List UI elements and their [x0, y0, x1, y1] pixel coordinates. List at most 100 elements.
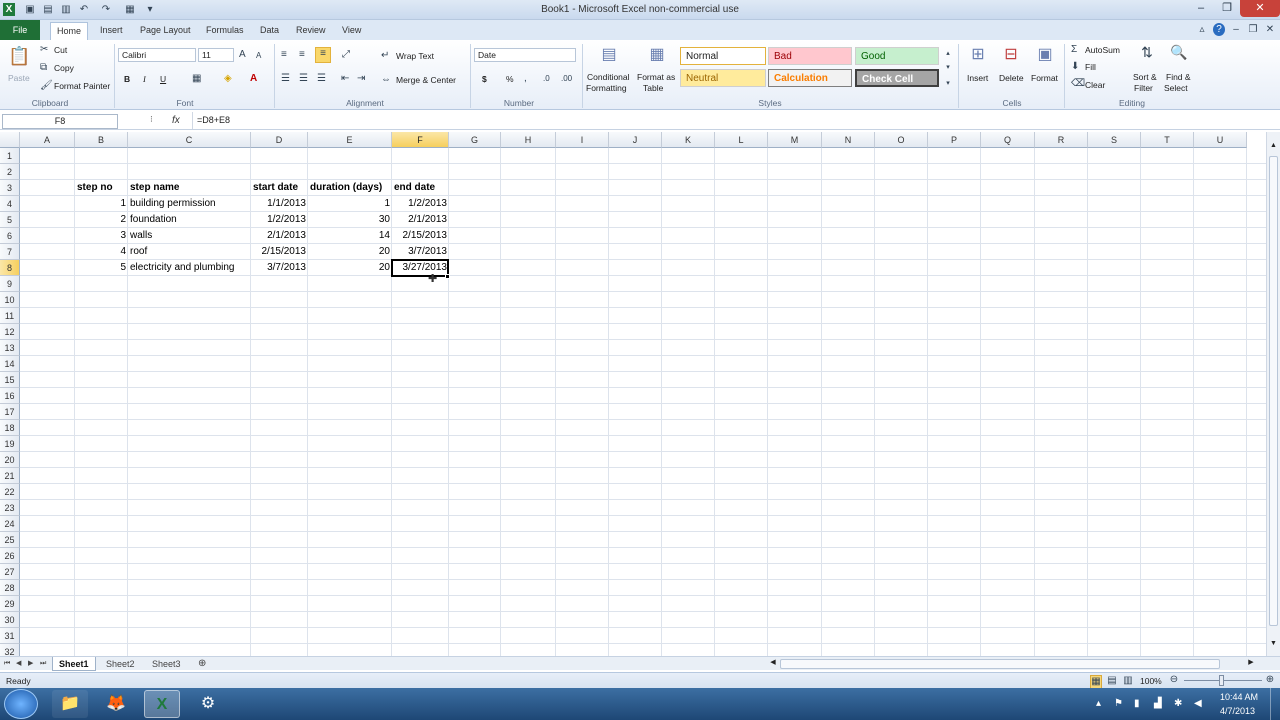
- app-taskbar-icon[interactable]: ⚙: [190, 690, 226, 718]
- device-icon[interactable]: ▮: [1134, 698, 1140, 710]
- row-header-24[interactable]: 24: [0, 516, 20, 532]
- column-header-g[interactable]: G: [449, 132, 501, 148]
- minimize-ribbon-icon[interactable]: ▵: [1196, 23, 1208, 36]
- shrink-font-icon[interactable]: A: [256, 50, 261, 62]
- column-header-q[interactable]: Q: [981, 132, 1035, 148]
- format-as-table-icon[interactable]: ▦: [646, 44, 668, 66]
- explorer-icon[interactable]: 📁: [52, 690, 88, 718]
- row-header-32[interactable]: 32: [0, 644, 20, 656]
- delete-cells-button[interactable]: Delete: [999, 73, 1024, 83]
- row-header-15[interactable]: 15: [0, 372, 20, 388]
- cut-button[interactable]: Cut: [54, 45, 67, 55]
- styles-scroll-down-icon[interactable]: ▾: [943, 62, 953, 74]
- row-header-11[interactable]: 11: [0, 308, 20, 324]
- name-box[interactable]: F8: [2, 114, 118, 129]
- network-icon[interactable]: ▟: [1154, 698, 1162, 710]
- table-cell[interactable]: walls: [128, 228, 251, 244]
- sheet-tab-sheet3[interactable]: Sheet3: [146, 657, 187, 671]
- insert-cells-icon[interactable]: ⊞: [967, 44, 989, 66]
- italic-button[interactable]: I: [143, 74, 146, 84]
- table-cell[interactable]: 1/2/2013: [392, 196, 449, 212]
- header-cell[interactable]: duration (days): [308, 180, 392, 196]
- merge-center-button[interactable]: Merge & Center: [396, 75, 456, 85]
- format-cells-button[interactable]: Format: [1031, 73, 1058, 83]
- format-cells-icon[interactable]: ▣: [1034, 44, 1056, 66]
- clock-time[interactable]: 10:44 AM: [1220, 692, 1258, 702]
- row-header-16[interactable]: 16: [0, 388, 20, 404]
- hscroll-left-arrow-icon[interactable]: ◀: [768, 658, 778, 670]
- row-header-21[interactable]: 21: [0, 468, 20, 484]
- row-header-8[interactable]: 8: [0, 260, 20, 276]
- table-cell[interactable]: 14: [308, 228, 392, 244]
- column-header-f[interactable]: F: [392, 132, 449, 148]
- copy-icon[interactable]: ⧉: [40, 62, 47, 74]
- normal-view-icon[interactable]: ▦: [1090, 675, 1102, 689]
- excel-taskbar-icon[interactable]: X: [144, 690, 180, 718]
- find-select-icon[interactable]: 🔍: [1169, 45, 1189, 59]
- style-calculation[interactable]: Calculation: [768, 69, 852, 87]
- font-color-icon[interactable]: A: [250, 73, 257, 85]
- column-header-k[interactable]: K: [662, 132, 715, 148]
- row-header-14[interactable]: 14: [0, 356, 20, 372]
- maximize-button[interactable]: ❐: [1214, 0, 1240, 17]
- tab-insert[interactable]: Insert: [96, 22, 127, 40]
- row-header-9[interactable]: 9: [0, 276, 20, 292]
- row-header-12[interactable]: 12: [0, 324, 20, 340]
- table-cell[interactable]: 2/1/2013: [251, 228, 308, 244]
- row-header-7[interactable]: 7: [0, 244, 20, 260]
- tab-formulas[interactable]: Formulas: [202, 22, 248, 40]
- style-neutral[interactable]: Neutral: [680, 69, 766, 87]
- delete-cells-icon[interactable]: ⊟: [1000, 44, 1022, 66]
- table-cell[interactable]: 3/7/2013: [392, 244, 449, 260]
- row-header-17[interactable]: 17: [0, 404, 20, 420]
- zoom-out-icon[interactable]: ⊖: [1168, 674, 1180, 686]
- orientation-icon[interactable]: ⤢: [342, 49, 350, 61]
- header-cell[interactable]: step no: [75, 180, 128, 196]
- conditional-formatting-button[interactable]: Conditional: [587, 72, 630, 82]
- tab-view[interactable]: View: [338, 22, 365, 40]
- style-bad[interactable]: Bad: [768, 47, 852, 65]
- align-middle-icon[interactable]: ≡: [299, 49, 305, 61]
- increase-decimal-icon[interactable]: .0: [543, 73, 550, 85]
- bold-button[interactable]: B: [124, 74, 130, 84]
- row-header-23[interactable]: 23: [0, 500, 20, 516]
- increase-indent-icon[interactable]: ⇥: [357, 73, 365, 85]
- workbook-minimize-icon[interactable]: –: [1230, 23, 1242, 36]
- table-cell[interactable]: 3: [75, 228, 128, 244]
- sort-filter-button-line2[interactable]: Filter: [1134, 83, 1153, 93]
- column-header-t[interactable]: T: [1141, 132, 1194, 148]
- close-button[interactable]: ✕: [1240, 0, 1280, 17]
- row-header-1[interactable]: 1: [0, 148, 20, 164]
- vertical-scroll-thumb[interactable]: [1269, 156, 1278, 626]
- insert-sheet-icon[interactable]: ⊕: [192, 657, 212, 671]
- clear-button[interactable]: Clear: [1085, 80, 1105, 90]
- row-header-31[interactable]: 31: [0, 628, 20, 644]
- table-cell[interactable]: 4: [75, 244, 128, 260]
- table-cell[interactable]: electricity and plumbing: [128, 260, 251, 276]
- clear-icon[interactable]: ⌫: [1071, 78, 1085, 90]
- firefox-icon[interactable]: 🦊: [98, 690, 134, 718]
- decrease-decimal-icon[interactable]: .00: [561, 73, 572, 85]
- bluetooth-icon[interactable]: ✱: [1174, 698, 1182, 710]
- style-normal[interactable]: Normal: [680, 47, 766, 65]
- header-cell[interactable]: start date: [251, 180, 308, 196]
- table-cell[interactable]: 1: [308, 196, 392, 212]
- hscroll-right-arrow-icon[interactable]: ▶: [1246, 658, 1256, 670]
- tab-file[interactable]: File: [0, 20, 40, 40]
- fill-button[interactable]: Fill: [1085, 62, 1096, 72]
- column-header-b[interactable]: B: [75, 132, 128, 148]
- row-header-5[interactable]: 5: [0, 212, 20, 228]
- formula-bar-expand-icon[interactable]: ⁝: [150, 114, 153, 125]
- row-header-18[interactable]: 18: [0, 420, 20, 436]
- table-cell[interactable]: 20: [308, 260, 392, 276]
- table-cell[interactable]: 20: [308, 244, 392, 260]
- row-header-25[interactable]: 25: [0, 532, 20, 548]
- workbook-close-icon[interactable]: ✕: [1264, 23, 1276, 36]
- action-center-icon[interactable]: ⚑: [1114, 698, 1123, 710]
- cut-icon[interactable]: ✂: [40, 44, 48, 56]
- comma-style-icon[interactable]: ,: [524, 73, 527, 85]
- zoom-level[interactable]: 100%: [1140, 676, 1162, 686]
- vertical-scrollbar[interactable]: ▲ ▼: [1266, 132, 1280, 656]
- conditional-formatting-button-line2[interactable]: Formatting: [586, 83, 627, 93]
- sheet-tab-sheet1[interactable]: Sheet1: [52, 657, 96, 671]
